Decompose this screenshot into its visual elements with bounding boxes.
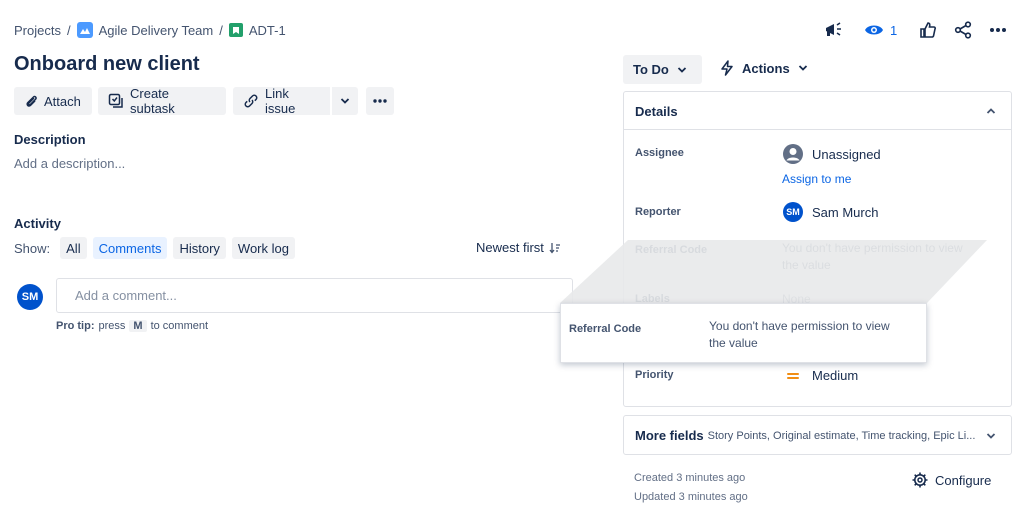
status-button[interactable]: To Do: [623, 55, 702, 84]
actions-label: Actions: [742, 60, 790, 76]
actions-button[interactable]: Actions: [720, 60, 808, 76]
tab-all[interactable]: All: [60, 237, 87, 259]
unassigned-user-icon: [782, 143, 804, 165]
updated-timestamp: Updated 3 minutes ago: [634, 491, 748, 503]
created-timestamp: Created 3 minutes ago: [634, 472, 746, 484]
chevron-up-icon[interactable]: [984, 104, 998, 118]
referral-code-tooltip: Referral Code You don't have permission …: [560, 303, 927, 363]
link-icon: [243, 93, 259, 109]
breadcrumb-separator: /: [66, 22, 71, 38]
comment-input[interactable]: Add a comment...: [56, 278, 573, 313]
gear-icon: [912, 472, 928, 488]
configure-label: Configure: [935, 472, 992, 488]
activity-filter: Show: All Comments History Work log: [14, 237, 295, 259]
attach-label: Attach: [44, 93, 81, 109]
priority-medium-icon: [786, 371, 800, 381]
sort-icon: [549, 242, 561, 254]
tooltip-value: You don't have permission to view the va…: [709, 319, 890, 350]
pro-tip-key: M: [129, 320, 147, 332]
breadcrumb-projects[interactable]: Projects: [14, 23, 61, 38]
subtask-icon: [108, 93, 124, 109]
breadcrumb-team[interactable]: Agile Delivery Team: [99, 23, 214, 38]
reporter-initials: SM: [786, 207, 800, 217]
paperclip-icon: [24, 93, 38, 109]
avatar: SM: [17, 284, 43, 310]
lightning-icon: [720, 60, 734, 76]
status-label: To Do: [633, 62, 669, 77]
reporter-avatar: SM: [783, 202, 803, 222]
more-icon: [373, 99, 387, 103]
link-issue-button[interactable]: Link issue: [233, 86, 330, 116]
create-subtask-label: Create subtask: [130, 86, 175, 116]
pro-tip-suffix: to comment: [150, 320, 209, 332]
details-header[interactable]: [624, 92, 1011, 130]
configure-button[interactable]: Configure: [912, 472, 991, 488]
issue-title[interactable]: Onboard new client: [14, 53, 200, 76]
link-issue-dropdown-button[interactable]: [332, 87, 358, 115]
assignee-label: Assignee: [635, 147, 684, 159]
priority-value: Medium: [812, 368, 859, 383]
tab-comments[interactable]: Comments: [92, 237, 168, 259]
watch-button[interactable]: 1: [864, 20, 897, 40]
pro-tip: Pro tip: press M to comment: [56, 320, 208, 332]
sort-toggle[interactable]: Newest first: [476, 240, 561, 255]
more-fields-row: More fields Story Points, Original estim…: [635, 428, 980, 443]
breadcrumb-issue-key[interactable]: ADT-1: [249, 23, 286, 38]
more-actions-button[interactable]: [366, 87, 394, 115]
watchers-count: 1: [890, 22, 898, 38]
project-avatar-icon: [76, 22, 93, 38]
referral-code-value: You don't have permission to view the va…: [782, 241, 963, 272]
like-icon[interactable]: [918, 20, 938, 40]
pro-tip-press: press: [98, 320, 126, 332]
activity-heading: Activity: [14, 216, 61, 231]
reporter-field[interactable]: SM Sam Murch: [783, 202, 878, 222]
more-options-icon[interactable]: [988, 22, 1008, 38]
referral-code-label: Referral Code: [635, 244, 708, 256]
description-heading: Description: [14, 132, 86, 147]
avatar-initials: SM: [21, 291, 39, 303]
breadcrumb-separator: /: [219, 22, 223, 38]
pro-tip-prefix: Pro tip:: [56, 320, 95, 332]
chevron-down-icon: [798, 65, 808, 71]
details-heading: Details: [635, 104, 678, 119]
comment-placeholder: Add a comment...: [75, 288, 177, 303]
reporter-value: Sam Murch: [812, 204, 879, 220]
description-placeholder[interactable]: Add a description...: [14, 156, 125, 171]
tab-work-log[interactable]: Work log: [231, 237, 295, 259]
assignee-value: Unassigned: [812, 146, 881, 162]
sort-label: Newest first: [476, 240, 544, 255]
chevron-down-icon: [677, 66, 687, 73]
more-fields-heading: More fields: [635, 428, 704, 443]
eye-icon: [864, 23, 884, 37]
attach-button[interactable]: Attach: [14, 87, 92, 115]
chevron-down-icon: [340, 98, 350, 104]
feedback-megaphone-icon[interactable]: [823, 20, 845, 40]
breadcrumb: Projects / Agile Delivery Team / ADT-1: [14, 21, 286, 39]
chevron-down-icon[interactable]: [984, 429, 998, 443]
share-icon[interactable]: [953, 20, 973, 40]
priority-field[interactable]: Medium: [786, 368, 858, 383]
show-label: Show:: [14, 240, 51, 256]
tooltip-label: Referral Code: [569, 323, 642, 335]
priority-label: Priority: [635, 369, 674, 381]
reporter-label: Reporter: [635, 206, 681, 218]
story-icon: [228, 23, 243, 37]
more-fields-summary: Story Points, Original estimate, Time tr…: [707, 429, 976, 442]
assignee-field[interactable]: Unassigned: [782, 143, 881, 165]
tab-history[interactable]: History: [173, 237, 226, 259]
assign-to-me-link[interactable]: Assign to me: [782, 172, 851, 186]
link-issue-label: Link issue: [265, 86, 296, 116]
create-subtask-button[interactable]: Create subtask: [98, 86, 226, 116]
